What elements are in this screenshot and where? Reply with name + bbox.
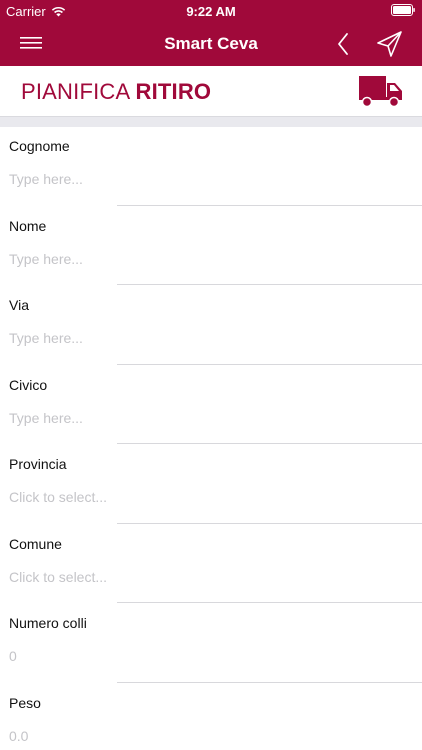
page-title-light: PIANIFICA [21, 79, 130, 104]
battery-icon [391, 4, 415, 16]
field-input-nome[interactable] [9, 250, 409, 267]
field-input-peso[interactable] [9, 727, 409, 744]
field-input-via[interactable] [9, 330, 409, 346]
form-field-via: Via [0, 285, 422, 365]
field-label-numero-colli: Numero colli [9, 615, 87, 631]
navigation-bar: Smart Ceva [0, 22, 422, 66]
truck-icon [359, 76, 402, 108]
field-label-via: Via [9, 297, 29, 313]
page-header: PIANIFICA RITIRO [0, 66, 422, 116]
field-input-civico[interactable] [9, 409, 409, 426]
app-title: Smart Ceva [164, 34, 258, 53]
form-field-comune: Comune [0, 524, 422, 603]
chevron-left-icon[interactable] [330, 30, 356, 58]
top-bar: Carrier 9:22 AM Smart Ceva [0, 0, 422, 66]
field-input-cognome[interactable] [9, 171, 409, 187]
status-bar: Carrier 9:22 AM [0, 0, 422, 22]
pickup-form: Cognome Nome Via Civico Provincia Comune Numer… [0, 126, 422, 750]
status-time: 9:22 AM [186, 4, 236, 19]
app-screen: Carrier 9:22 AM Smart Ceva PIANIFICA RIT… [0, 0, 422, 750]
form-field-numero-colli: Numero colli [0, 603, 422, 683]
field-label-nome: Nome [9, 217, 47, 234]
paper-plane-icon[interactable] [374, 29, 406, 59]
field-label-comune: Comune [9, 535, 62, 552]
page-title-bold: RITIRO [135, 79, 212, 104]
field-input-comune[interactable] [9, 568, 409, 585]
field-label-provincia: Provincia [9, 456, 67, 472]
field-input-provincia[interactable] [9, 489, 409, 505]
form-field-provincia: Provincia [0, 444, 422, 524]
field-label-civico: Civico [9, 376, 48, 393]
form-field-cognome: Cognome [0, 126, 422, 206]
page-title: PIANIFICA RITIRO [21, 79, 211, 105]
field-input-numero-colli[interactable] [9, 648, 409, 664]
form-field-nome: Nome [0, 206, 422, 285]
form-field-civico: Civico [0, 365, 422, 444]
field-label-cognome: Cognome [9, 138, 70, 154]
field-label-peso: Peso [9, 694, 41, 711]
form-field-peso: Peso [0, 683, 422, 750]
